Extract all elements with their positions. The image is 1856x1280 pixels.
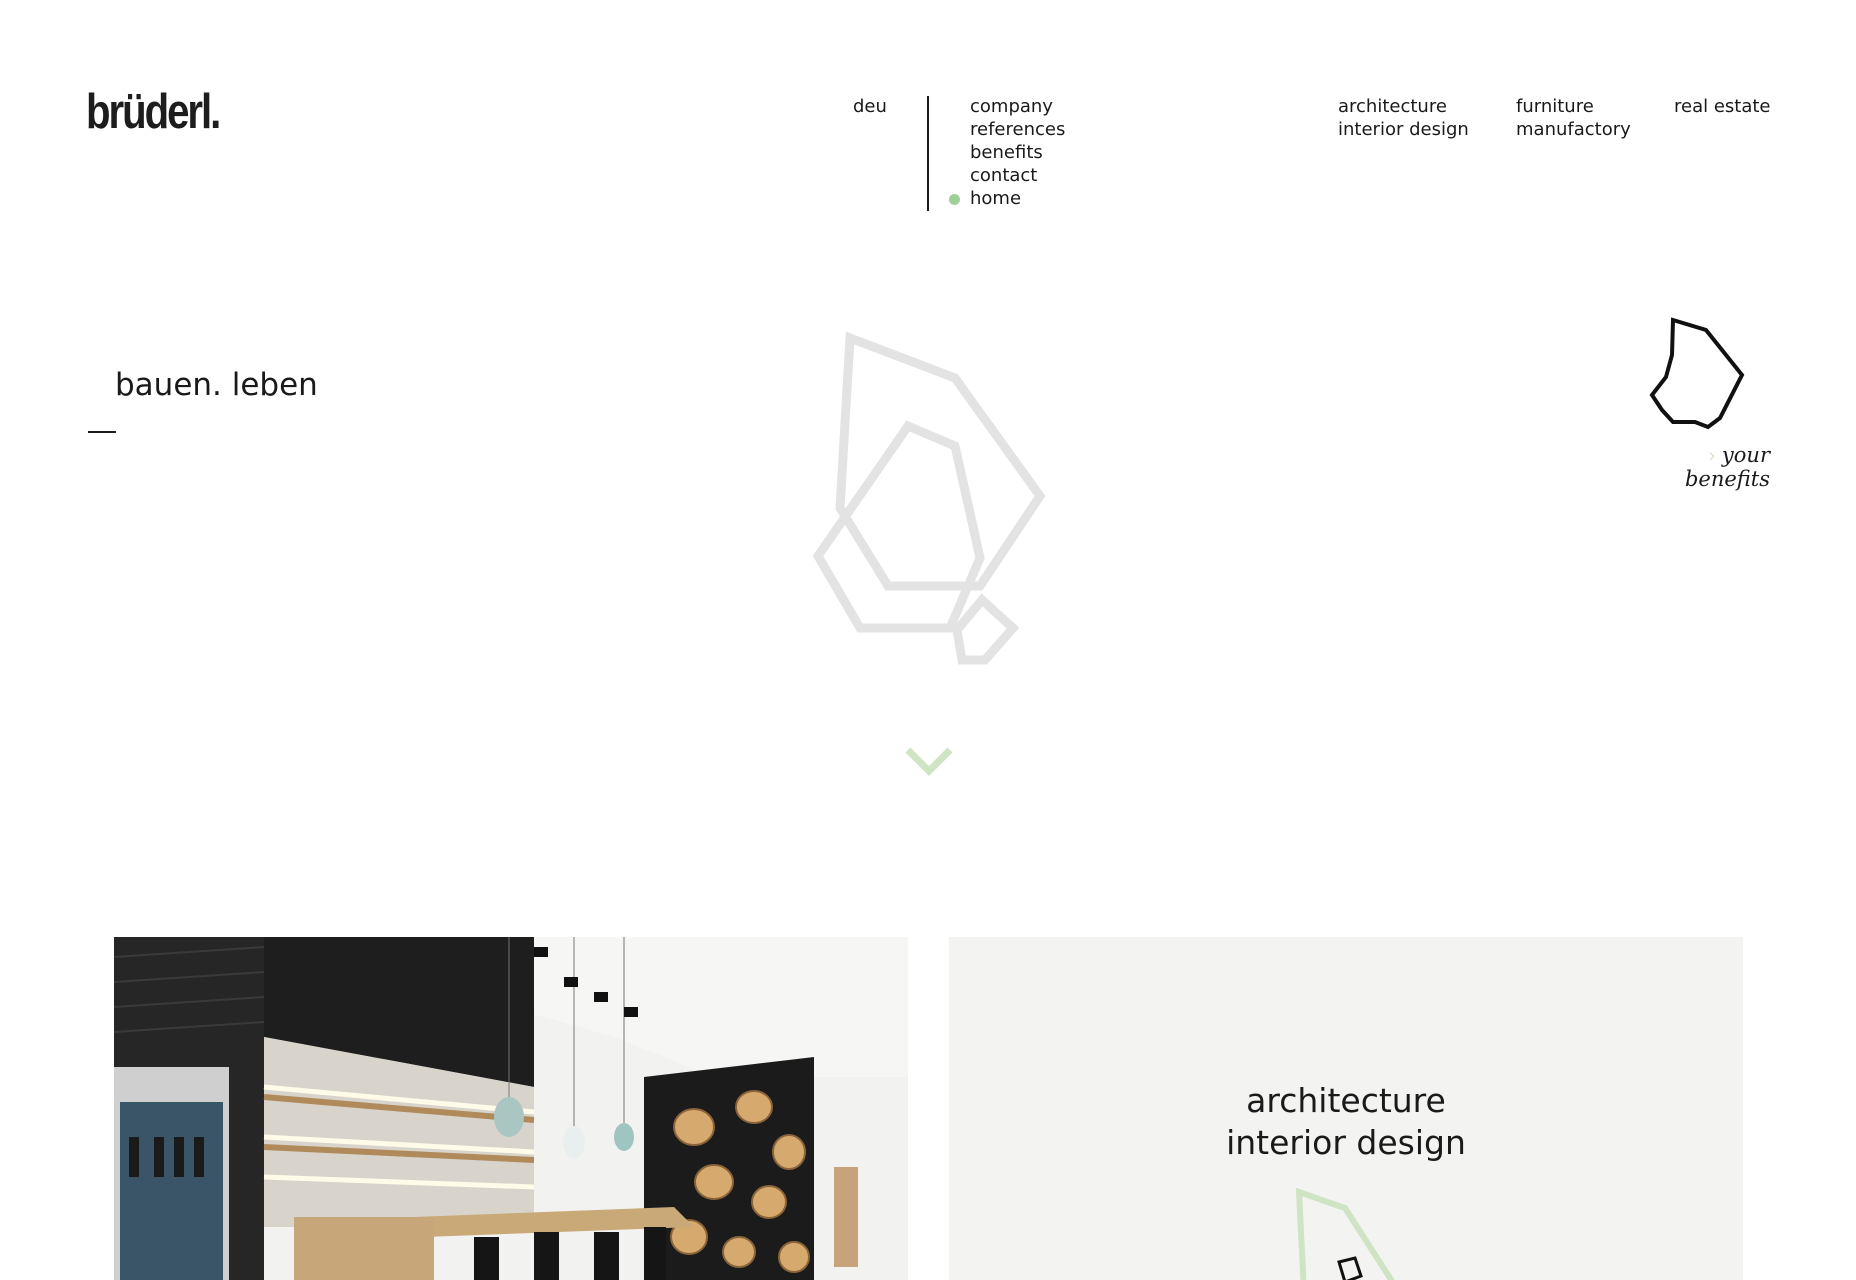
card-title: architecture interior design — [949, 1080, 1743, 1164]
card-rock-inner-shape — [1337, 1256, 1363, 1280]
brand-logo[interactable]: brüderl. — [86, 88, 221, 137]
domain-link-furniture[interactable]: furniture manufactory — [1516, 95, 1631, 141]
rock-outline-mark — [812, 331, 1046, 665]
chevron-down-icon — [905, 747, 953, 776]
hero-tagline: bauen. leben — [115, 367, 318, 403]
nav-item-references[interactable]: references — [970, 118, 1065, 141]
nav-link-contact[interactable]: contact — [970, 165, 1037, 186]
card-rock-shape — [1295, 1187, 1395, 1280]
tagline-dash — [88, 431, 116, 433]
photo-counter — [294, 1217, 434, 1280]
project-photo-card[interactable] — [114, 937, 908, 1280]
rock-outline-icon-shape — [1649, 317, 1745, 430]
benefits-label-line2: benefits — [1684, 467, 1770, 491]
rock-outline-icon — [1295, 1187, 1395, 1280]
scroll-down-button[interactable] — [904, 744, 954, 784]
domain-link-real-estate[interactable]: real estate — [1674, 95, 1771, 118]
domain-link-architecture[interactable]: architecture interior design — [1338, 95, 1469, 141]
architecture-interior-card[interactable]: architecture interior design — [949, 937, 1743, 1280]
interior-photo — [114, 937, 908, 1280]
rock-mark-pebble — [952, 593, 1020, 665]
photo-door — [834, 1167, 858, 1267]
domain-link-furniture-line1: furniture — [1516, 96, 1594, 117]
domain-link-real-estate-line1: real estate — [1674, 96, 1771, 117]
active-indicator-dot — [949, 194, 960, 205]
nav-item-contact[interactable]: contact — [970, 164, 1065, 187]
photo-pendant-1 — [494, 1097, 524, 1137]
photo-pendant-3 — [614, 1123, 634, 1151]
benefits-label-line1-text: your — [1721, 443, 1770, 467]
benefits-label: › your benefits — [1685, 443, 1770, 491]
rock-outline-icon — [1649, 317, 1745, 430]
nav-link-benefits[interactable]: benefits — [970, 142, 1043, 163]
photo-fridge-glass — [120, 1102, 223, 1280]
nav-link-references[interactable]: references — [970, 119, 1065, 140]
domain-link-architecture-line1: architecture — [1338, 96, 1447, 117]
card-title-line2: interior design — [1226, 1123, 1466, 1162]
nav-item-home[interactable]: home — [949, 187, 1065, 210]
nav-link-home[interactable]: home — [970, 188, 1021, 209]
your-benefits-link[interactable]: › your benefits — [1640, 310, 1770, 500]
domain-link-furniture-line2: manufactory — [1516, 119, 1631, 140]
rock-mark-outer — [835, 331, 1046, 591]
main-nav: company references benefits contact home — [949, 95, 1065, 210]
nav-divider — [927, 96, 929, 211]
domain-link-architecture-line2: interior design — [1338, 119, 1469, 140]
benefits-label-line1: › your — [1685, 443, 1770, 467]
rock-mark-strokes — [812, 331, 1046, 665]
card-title-line1: architecture — [1246, 1081, 1446, 1120]
nav-link-company[interactable]: company — [970, 96, 1053, 117]
language-switch[interactable]: deu — [853, 95, 887, 118]
chevron-right-icon: › — [1707, 443, 1716, 467]
photo-pendant-2 — [563, 1126, 585, 1158]
nav-item-company[interactable]: company — [970, 95, 1065, 118]
nav-item-benefits[interactable]: benefits — [970, 141, 1065, 164]
chevron-down-shape — [905, 747, 953, 776]
